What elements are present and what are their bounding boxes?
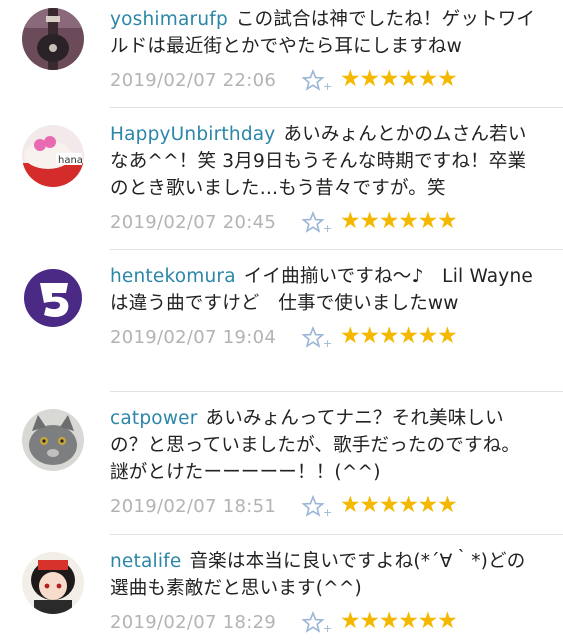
comment-date: 2019/02/07 20:45 (110, 212, 277, 233)
comment-meta: 2019/02/07 18:29 + ★★★★★★ (110, 608, 537, 640)
star-rating: ★★★★★★ (340, 492, 458, 518)
divider (110, 249, 563, 250)
avatar-cupcake-image: hana (22, 125, 84, 187)
comment-date: 2019/02/07 22:06 (110, 70, 277, 91)
svg-text:+: + (323, 506, 332, 519)
divider (110, 534, 563, 535)
comment-username[interactable]: hentekomura (110, 266, 236, 287)
add-star-icon[interactable]: + (301, 494, 333, 520)
avatar[interactable]: hana (22, 125, 84, 187)
star-rating: ★★★★★★ (340, 66, 458, 92)
avatar[interactable] (22, 8, 84, 70)
avatar[interactable] (22, 267, 84, 329)
avatar-label: hana (58, 155, 83, 166)
comment-username[interactable]: HappyUnbirthday (110, 124, 275, 145)
add-star-icon[interactable]: + (301, 610, 333, 636)
divider (110, 107, 563, 108)
star-rating: ★★★★★★ (340, 608, 458, 634)
svg-text:+: + (323, 80, 332, 93)
avatar-cat-image (22, 409, 84, 471)
star-rating: ★★★★★★ (340, 208, 458, 234)
comment-username[interactable]: netalife (110, 551, 181, 572)
comment-text-block: HappyUnbirthday あいみょんとかのムさん若いなあ^^！笑 3月9日も… (110, 121, 537, 202)
comment-text-block: catpower あいみょんってナニ？それ美味しいの？と思っていましたが、歌手だっ… (110, 405, 537, 486)
comment-meta: 2019/02/07 19:04 + ★★★★★★ (110, 323, 537, 355)
comment-date: 2019/02/07 18:29 (110, 612, 277, 633)
comment-text-block: hentekomura イイ曲揃いですね〜♪ Lil Wayneは違う曲ですけど … (110, 263, 537, 317)
comment-meta: 2019/02/07 18:51 + ★★★★★★ (110, 492, 537, 524)
avatar[interactable] (22, 409, 84, 471)
add-star-icon[interactable]: + (301, 325, 333, 351)
avatar[interactable] (22, 552, 84, 614)
svg-text:+: + (323, 622, 332, 635)
avatar-logo-image (22, 267, 84, 329)
svg-text:+: + (323, 222, 332, 235)
comment-meta: 2019/02/07 20:45 + ★★★★★★ (110, 208, 537, 240)
svg-text:+: + (323, 337, 332, 350)
comment-date: 2019/02/07 18:51 (110, 496, 277, 517)
star-rating: ★★★★★★ (340, 323, 458, 349)
comment-username[interactable]: yoshimarufp (110, 9, 228, 30)
comment-text-block: netalife 音楽は本当に良いですよね(*´∀｀*)どの選曲も素敵だと思います… (110, 548, 537, 602)
avatar-guitar-image (22, 8, 84, 70)
add-star-icon[interactable]: + (301, 210, 333, 236)
add-star-icon[interactable]: + (301, 68, 333, 94)
comment-text-block: yoshimarufp この試合は神でしたね！ゲットワイルドは最近街とかでやたら耳… (110, 6, 537, 60)
comment-username[interactable]: catpower (110, 408, 198, 429)
comment-meta: 2019/02/07 22:06 + ★★★★★★ (110, 66, 537, 98)
divider (110, 391, 563, 392)
comment-date: 2019/02/07 19:04 (110, 327, 277, 348)
avatar-character-image (22, 552, 84, 614)
comment-list: yoshimarufp この試合は神でしたね！ゲットワイルドは最近街とかでやたら耳… (0, 0, 563, 640)
